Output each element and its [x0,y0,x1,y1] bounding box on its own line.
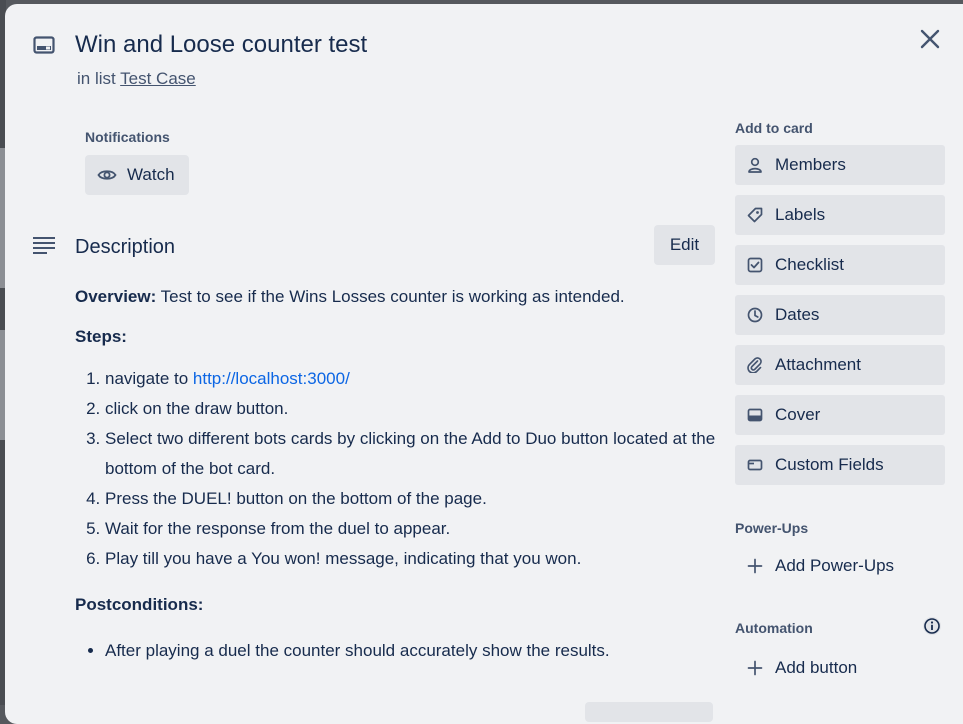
step-item: Wait for the response from the duel to a… [105,514,720,544]
step-item: Select two different bots cards by click… [105,424,720,484]
custom-fields-label: Custom Fields [775,455,884,474]
checklist-label: Checklist [775,255,844,274]
cover-label: Cover [775,405,821,424]
tag-icon [747,207,763,223]
eye-icon [97,170,117,180]
step-item: Press the DUEL! button on the bottom of … [105,484,720,514]
custom-fields-button[interactable]: Custom Fields [735,445,945,485]
postconditions-list: After playing a duel the counter should … [75,636,720,666]
watch-label: Watch [127,165,175,184]
labels-label: Labels [775,205,826,224]
dates-button[interactable]: Dates [735,295,945,335]
members-button[interactable]: Members [735,145,945,185]
overview-paragraph: Overview: Test to see if the Wins Losses… [75,282,720,312]
edit-description-button[interactable]: Edit [654,225,715,265]
card-icon [33,36,55,54]
list-link[interactable]: Test Case [120,69,196,88]
attachment-label: Attachment [775,355,861,374]
in-list-prefix: in list [77,69,116,88]
close-icon [920,29,940,49]
plus-icon [747,558,763,574]
checkbox-icon [747,257,763,273]
dates-label: Dates [775,305,820,324]
watch-button[interactable]: Watch [85,155,189,195]
step-item: navigate to http://localhost:3000/ [105,364,720,394]
automation-heading: Automation [735,620,813,636]
card-title[interactable]: Win and Loose counter test [75,31,367,59]
card-detail-modal: Win and Loose counter test in list Test … [5,4,963,724]
checklist-button[interactable]: Checklist [735,245,945,285]
plus-icon [747,660,763,676]
cover-icon [747,408,763,422]
description-lines-icon [33,237,55,254]
overview-text: Test to see if the Wins Losses counter i… [156,287,625,306]
add-to-card-heading: Add to card [735,120,813,136]
attachment-button[interactable]: Attachment [735,345,945,385]
clock-icon [747,307,763,323]
postcondition-item: After playing a duel the counter should … [105,636,720,666]
overview-label: Overview: [75,287,157,306]
postconditions-heading: Postconditions: [75,595,204,614]
step-item: click on the draw button. [105,394,720,424]
close-button[interactable] [913,22,947,56]
steps-heading: Steps: [75,327,127,346]
card-list-info: in list Test Case [77,69,196,89]
labels-button[interactable]: Labels [735,195,945,235]
cover-button[interactable]: Cover [735,395,945,435]
custom-field-icon [747,459,763,471]
person-icon [748,157,762,173]
description-heading: Description [75,236,176,258]
add-power-ups-button[interactable]: Add Power-Ups [735,546,945,586]
add-automation-button[interactable]: Add button [735,648,945,688]
notifications-heading: Notifications [85,129,170,145]
info-icon[interactable] [921,615,943,637]
paperclip-icon [747,357,762,373]
step-item: Play till you have a You won! message, i… [105,544,720,574]
localhost-link[interactable]: http://localhost:3000/ [193,369,350,388]
power-ups-heading: Power-Ups [735,520,809,536]
members-label: Members [775,155,846,174]
add-button-label: Add button [775,658,858,677]
description-body[interactable]: Overview: Test to see if the Wins Losses… [75,282,720,666]
steps-list: navigate to http://localhost:3000/ click… [75,364,720,574]
add-power-ups-label: Add Power-Ups [775,556,895,575]
partial-button[interactable] [585,702,713,722]
